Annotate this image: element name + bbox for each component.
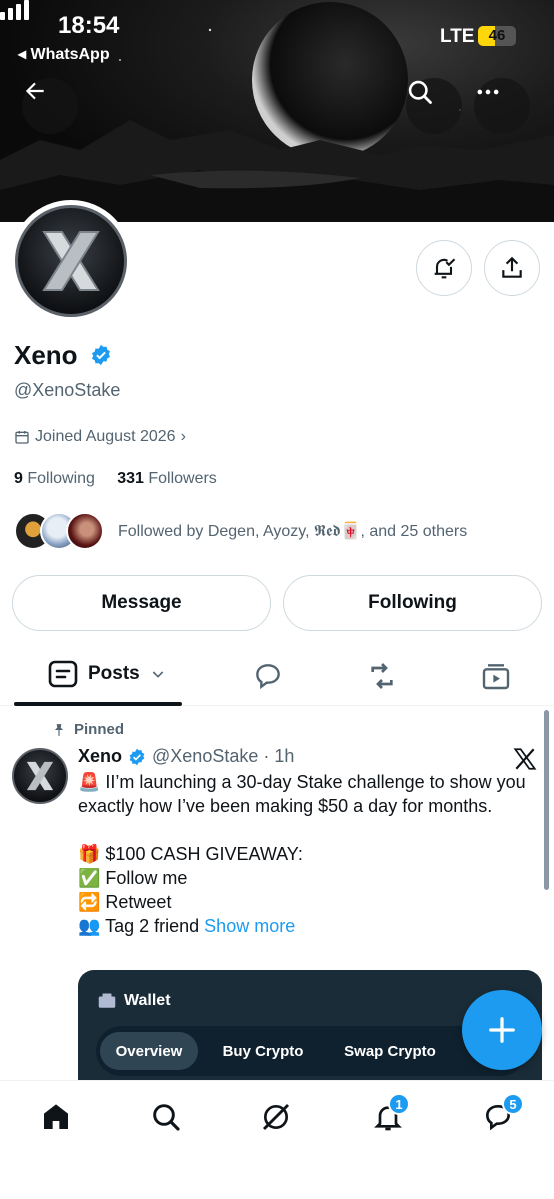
battery-indicator: 46 (478, 26, 516, 46)
tab-posts-label: Posts (88, 663, 140, 684)
post-text[interactable]: 🚨 II’m launching a 30-day Stake challeng… (78, 770, 530, 938)
post-line: ✅ Follow me (78, 868, 188, 888)
wallet-tab-swap-crypto: Swap Crypto (344, 1042, 436, 1060)
share-profile-button[interactable] (484, 240, 540, 296)
nav-grok[interactable] (260, 1101, 292, 1138)
nav-messages[interactable]: 5 (482, 1093, 524, 1138)
wallet-icon (98, 993, 116, 1008)
status-time: 18:54 (58, 12, 120, 39)
back-button[interactable] (22, 78, 78, 134)
pinned-label: Pinned (52, 721, 124, 738)
follower-avatar (66, 512, 104, 550)
nav-home[interactable] (40, 1101, 72, 1138)
notifications-badge: 1 (388, 1093, 410, 1115)
calendar-icon (15, 431, 29, 444)
cellular-signal-icon (0, 0, 29, 20)
post-header: Xeno @XenoStake · 1h (78, 746, 294, 767)
verified-badge-icon (129, 748, 145, 765)
battery-percent: 46 (488, 27, 506, 44)
scrollbar[interactable] (544, 710, 549, 890)
profile-avatar[interactable] (10, 200, 132, 322)
wallet-tab-overview: Overview (100, 1032, 198, 1070)
wallet-title: Wallet (124, 992, 171, 1009)
bottom-navigation: 1 5 (0, 1080, 554, 1199)
messages-badge: 5 (502, 1093, 524, 1115)
followed-by-text: Followed by Degen, Ayozy, 𝕽𝖊𝖉🀄, and 25 o… (118, 523, 468, 540)
ellipsis-icon (477, 89, 499, 95)
followers-link[interactable]: 331 Followers (117, 470, 217, 487)
search-icon (153, 1104, 180, 1131)
bell-check-icon (434, 258, 456, 279)
posts-icon (48, 660, 78, 688)
replies-tab-icon[interactable] (252, 660, 284, 692)
message-button[interactable]: Message (12, 575, 271, 631)
search-icon (408, 80, 432, 104)
post-line: 👥 Tag 2 friend (78, 916, 200, 936)
joined-date[interactable]: Joined August 2026 › (14, 428, 186, 446)
pinned-text: Pinned (74, 721, 125, 738)
media-tab-icon[interactable] (480, 660, 512, 692)
back-app-label: WhatsApp (30, 46, 110, 63)
following-link[interactable]: 9 Following (14, 470, 95, 487)
nav-notifications[interactable]: 1 (372, 1093, 410, 1138)
post-handle-time: @XenoStake · 1h (152, 746, 295, 766)
post-line-with-more: 👥 Tag 2 friend Show more (78, 914, 530, 938)
grok-icon (262, 1103, 290, 1131)
followed-by-row[interactable]: Followed by Degen, Ayozy, 𝕽𝖊𝖉🀄, and 25 o… (14, 512, 467, 550)
post-line-blank (78, 818, 530, 842)
status-bar: 18:54 ◂ WhatsApp LTE 46 (0, 0, 554, 70)
tab-posts[interactable]: Posts (48, 660, 166, 688)
followers-text: Followers (148, 470, 217, 487)
verified-badge-icon[interactable] (90, 344, 112, 366)
x-brand-logo-icon (26, 761, 54, 791)
search-button[interactable] (406, 78, 462, 134)
show-more-link[interactable]: Show more (204, 916, 295, 936)
post-line: 🚨 II’m launching a 30-day Stake challeng… (78, 772, 526, 816)
profile-handle: @XenoStake (14, 380, 121, 400)
plus-icon (489, 1017, 515, 1043)
share-icon (502, 256, 522, 278)
following-button[interactable]: Following (283, 575, 542, 631)
follow-stats: 9 Following 331 Followers (14, 470, 217, 488)
notification-subscribe-button[interactable] (416, 240, 472, 296)
avatar-image (15, 205, 127, 317)
wallet-tab-buy-crypto: Buy Crypto (222, 1042, 304, 1060)
following-count: 9 (14, 470, 23, 487)
x-logo-icon[interactable] (512, 746, 538, 772)
chevron-down-icon (152, 671, 163, 678)
back-to-app[interactable]: ◂ WhatsApp (18, 44, 110, 64)
joined-label: Joined August 2026 (35, 428, 176, 445)
post-line: 🎁 $100 CASH GIVEAWAY: (78, 844, 303, 864)
reposts-tab-icon[interactable] (366, 660, 398, 692)
nav-search[interactable] (150, 1101, 182, 1138)
wallet-header: Wallet (98, 992, 171, 1010)
more-options-button[interactable] (474, 78, 530, 134)
pin-icon (54, 723, 64, 736)
profile-name: Xeno (14, 340, 78, 370)
compose-post-button[interactable] (462, 990, 542, 1070)
home-icon (44, 1104, 68, 1129)
network-type: LTE (440, 26, 475, 47)
x-brand-logo-icon (42, 231, 100, 291)
arrow-left-icon (25, 82, 44, 100)
post-author-name[interactable]: Xeno (78, 746, 122, 767)
chevron-right-icon: › (180, 428, 186, 445)
active-tab-indicator (14, 702, 182, 706)
post-author-avatar[interactable] (12, 748, 68, 804)
profile-tabs: Posts (0, 650, 554, 706)
followers-count: 331 (117, 470, 144, 487)
profile-banner[interactable]: 18:54 ◂ WhatsApp LTE 46 (0, 0, 554, 222)
following-text: Following (27, 470, 95, 487)
post-line: 🔁 Retweet (78, 892, 172, 912)
